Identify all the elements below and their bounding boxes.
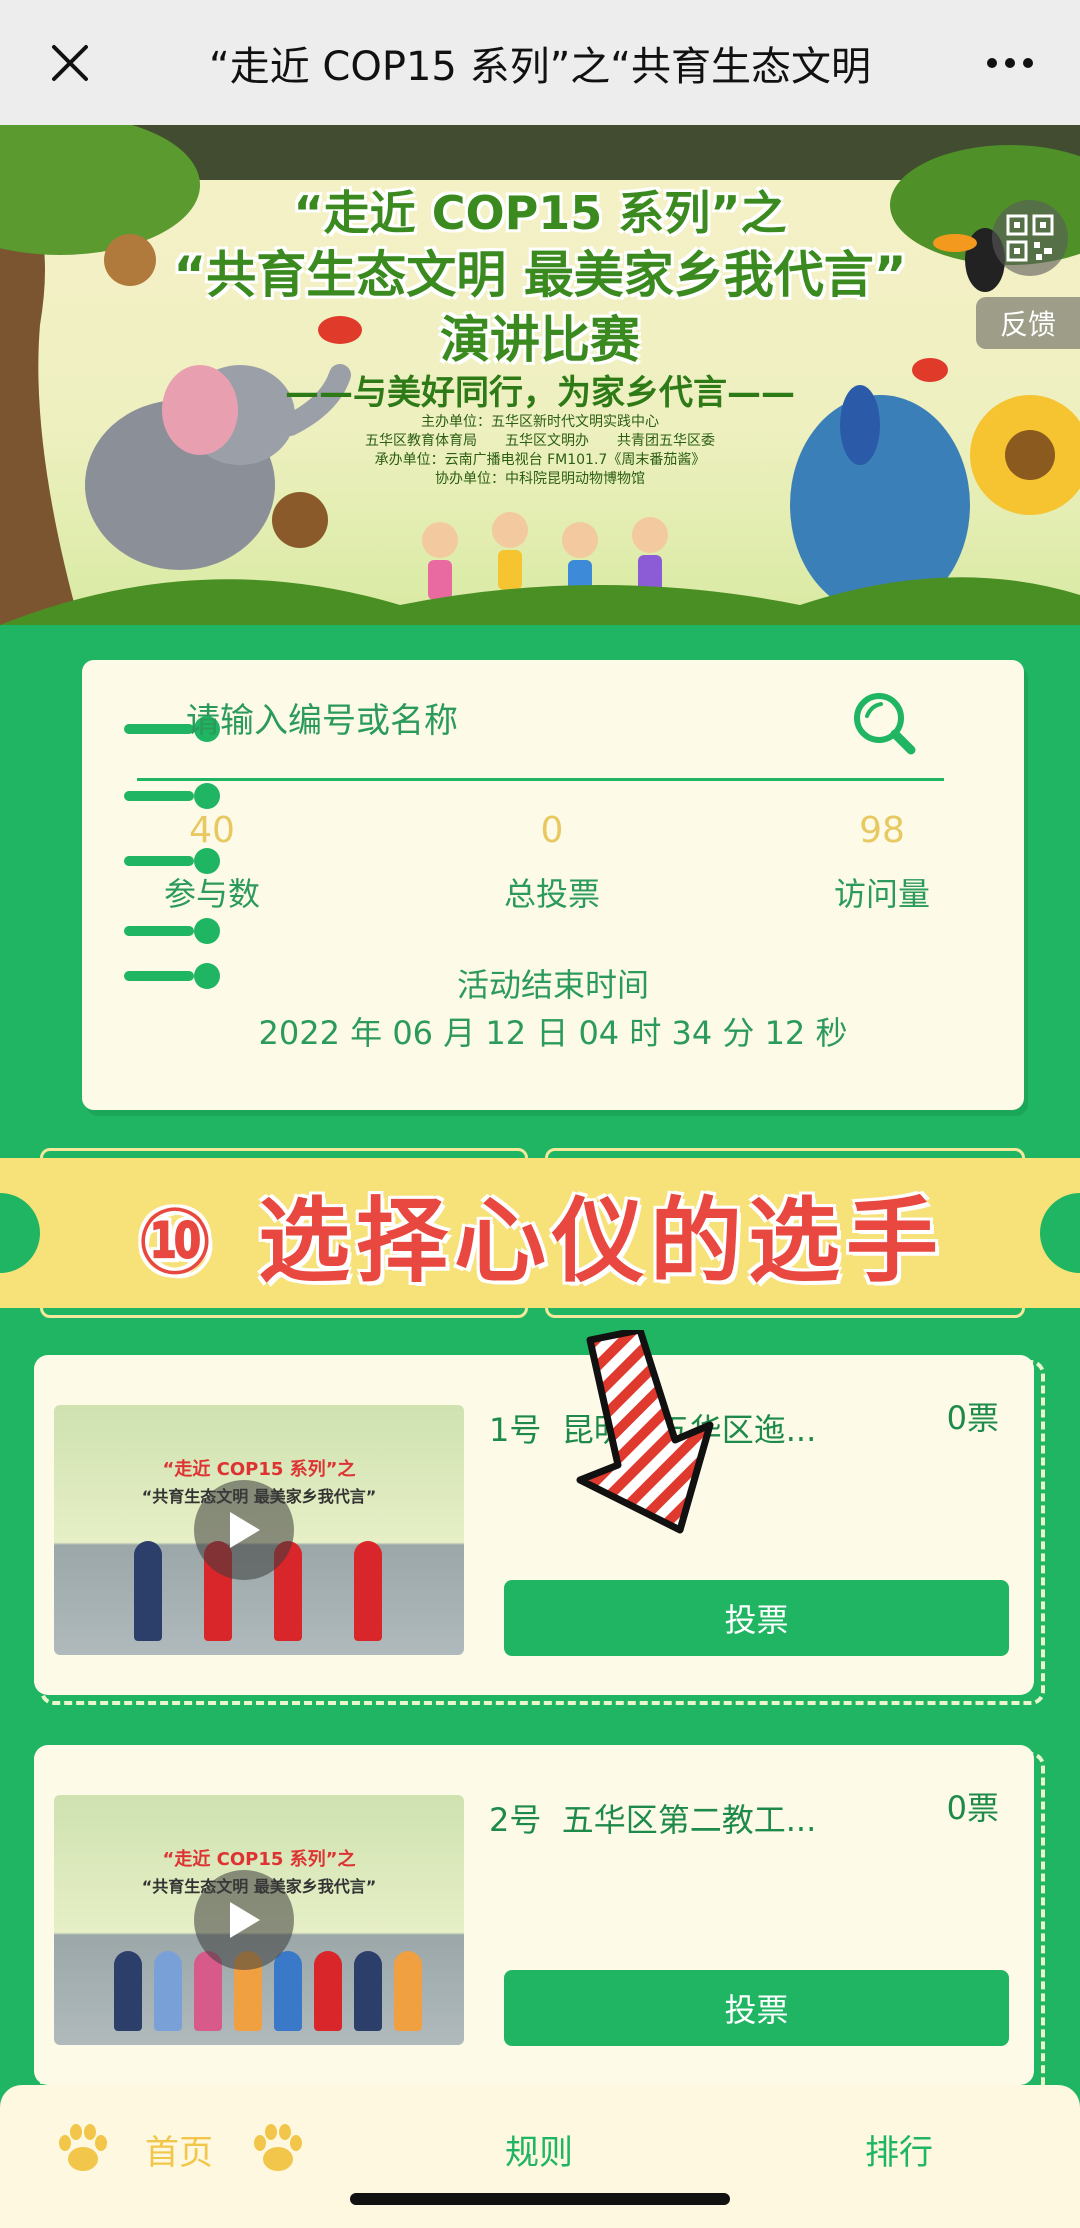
performer (274, 1951, 302, 2031)
close-icon (52, 44, 88, 81)
entry-card: “走近 COP15 系列”之 “共育生态文明 最美家乡我代言” 1号 昆明市五华… (34, 1355, 1034, 1695)
stat-label: 参与数 (163, 875, 260, 913)
stat-value: 40 (189, 810, 235, 851)
entry-number: 2号 (489, 1801, 542, 1839)
play-icon (230, 1512, 260, 1548)
stat-visits: 98 访问量 (762, 810, 1002, 915)
qr-code-button[interactable] (992, 200, 1068, 276)
banner-org-line: 五华区教育体育局 五华区文明办 共青团五华区委 (365, 433, 715, 449)
performer (314, 1951, 342, 2031)
thumb-title: “走近 COP15 系列”之 (162, 1459, 356, 1480)
banner-title-line1: “走近 COP15 系列”之 (293, 186, 787, 240)
performer (354, 1541, 382, 1641)
red-arrow-icon (576, 1330, 714, 1534)
paw-icon (254, 2124, 302, 2171)
stat-label: 访问量 (833, 875, 930, 913)
event-banner: “走近 COP15 系列”之 “共育生态文明 最美家乡我代言” 演讲比赛 ——与… (0, 125, 1080, 625)
thumb-title: “走近 COP15 系列”之 (162, 1849, 356, 1870)
entry-number: 1号 (489, 1411, 542, 1449)
performer (394, 1951, 422, 2031)
page-title: “走近 COP15 系列”之“共育生态文明 (208, 43, 872, 90)
stat-value: 98 (859, 810, 905, 851)
entry-video-thumbnail[interactable]: “走近 COP15 系列”之 “共育生态文明 最美家乡我代言” (54, 1795, 464, 2045)
bottom-nav-bar: 首页 规则 排行 (0, 2085, 1080, 2228)
performer (154, 1951, 182, 2031)
more-icon (987, 57, 1033, 68)
tab-home[interactable]: 首页 (145, 2125, 213, 2174)
stat-participants: 40 参与数 (92, 810, 332, 915)
close-button[interactable] (0, 0, 140, 125)
play-icon (230, 1902, 260, 1938)
search-button[interactable] (849, 688, 919, 758)
play-button[interactable] (194, 1480, 294, 1580)
vote-button[interactable]: 投票 (504, 1970, 1009, 2046)
top-nav-bar: “走近 COP15 系列”之“共育生态文明 (0, 0, 1080, 125)
tab-rules[interactable]: 规则 (505, 2125, 573, 2174)
stat-value: 0 (540, 810, 564, 851)
search-underline (137, 778, 944, 781)
info-card: 40 参与数 0 总投票 98 访问量 活动结束时间 2022 年 06 月 1… (82, 660, 1024, 1110)
performer (114, 1951, 142, 2031)
feedback-button[interactable]: 反馈 (976, 297, 1080, 349)
stat-total-votes: 0 总投票 (432, 810, 672, 915)
binder-ring (124, 783, 224, 809)
activity-end-time: 2022 年 06 月 12 日 04 时 34 分 12 秒 (258, 1014, 848, 1052)
paw-icon (59, 2124, 107, 2171)
entry-card: “走近 COP15 系列”之 “共育生态文明 最美家乡我代言” 2号 五华区第二… (34, 1745, 1034, 2085)
performer (134, 1541, 162, 1641)
banner-organizers: 主办单位：五华区新时代文明实践中心 五华区教育体育局 五华区文明办 共青团五华区… (0, 413, 1080, 489)
banner-org-line: 承办单位：云南广播电视台 FM101.7《周末番茄酱》 (374, 452, 706, 468)
banner-slogan: ——与美好同行，为家乡代言—— (285, 373, 795, 413)
entry-video-thumbnail[interactable]: “走近 COP15 系列”之 “共育生态文明 最美家乡我代言” (54, 1405, 464, 1655)
banner-title-line2: “共育生态文明 最美家乡我代言” (173, 246, 907, 304)
activity-end-label: 活动结束时间 (456, 966, 649, 1004)
banner-title-line3: 演讲比赛 (440, 311, 640, 369)
banner-org-line: 主办单位：五华区新时代文明实践中心 (421, 414, 659, 430)
tab-rank[interactable]: 排行 (865, 2125, 933, 2174)
vote-button[interactable]: 投票 (504, 1580, 1009, 1656)
more-button[interactable] (940, 0, 1080, 125)
play-button[interactable] (194, 1870, 294, 1970)
performer (354, 1951, 382, 2031)
banner-org-line: 协办单位：中科院昆明动物博物馆 (435, 471, 645, 487)
entry-name: 五华区第二教工... (561, 1801, 817, 1839)
home-indicator (350, 2193, 730, 2205)
promo-text: ⑩ 选择心仪的选手 (136, 1187, 944, 1295)
entry-title: 2号 五华区第二教工... (489, 1795, 816, 1841)
stat-label: 总投票 (503, 875, 600, 913)
qr-code-icon (1006, 214, 1054, 262)
binder-ring (124, 918, 224, 944)
search-input[interactable] (186, 688, 786, 754)
entry-vote-count: 0票 (946, 1399, 999, 1437)
search-icon (854, 693, 916, 755)
entry-vote-count: 0票 (946, 1789, 999, 1827)
